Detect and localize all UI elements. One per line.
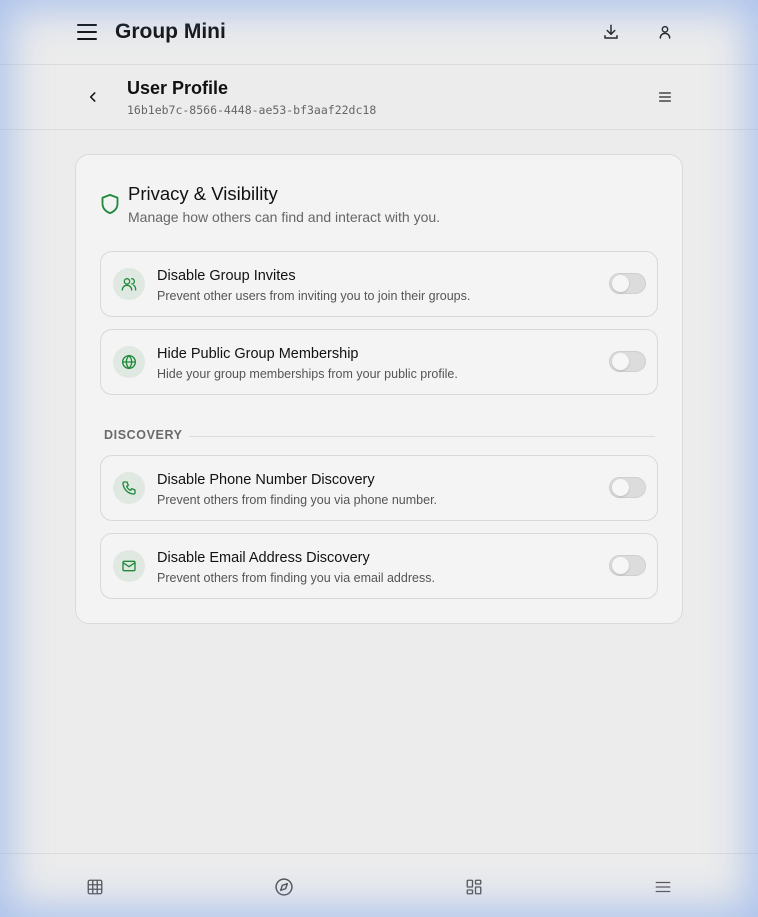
phone-icon — [113, 472, 145, 504]
page-header: User Profile 16b1eb7c-8566-4448-ae53-bf3… — [0, 65, 758, 130]
setting-title: Disable Email Address Discovery — [157, 550, 370, 566]
user-icon[interactable] — [654, 21, 676, 43]
setting-description: Prevent other users from inviting you to… — [157, 289, 471, 303]
setting-row-disable-group-invites[interactable]: Disable Group Invites Prevent other user… — [100, 251, 658, 317]
setting-row-hide-public-group-membership[interactable]: Hide Public Group Membership Hide your g… — [100, 329, 658, 395]
setting-description: Prevent others from finding you via emai… — [157, 571, 435, 585]
privacy-card: Privacy & Visibility Manage how others c… — [75, 154, 683, 624]
section-label-discovery: DISCOVERY — [104, 428, 183, 442]
toggle-knob — [612, 479, 629, 496]
page-title: User Profile — [127, 78, 229, 98]
globe-icon — [113, 346, 145, 378]
options-menu-icon[interactable] — [654, 86, 676, 108]
section-divider — [189, 436, 655, 437]
setting-description: Prevent others from finding you via phon… — [157, 493, 438, 507]
dashboard-icon[interactable] — [463, 876, 485, 898]
shield-icon — [100, 193, 120, 215]
menu-icon[interactable] — [652, 876, 674, 898]
setting-description: Hide your group memberships from your pu… — [157, 367, 458, 381]
setting-title: Disable Group Invites — [157, 268, 296, 284]
card-subtitle: Manage how others can find and interact … — [128, 209, 441, 225]
compass-icon[interactable] — [273, 876, 295, 898]
setting-title: Hide Public Group Membership — [157, 346, 359, 362]
toggle-knob — [612, 557, 629, 574]
toggle-switch[interactable] — [609, 351, 646, 372]
profile-id: 16b1eb7c-8566-4448-ae53-bf3aaf22dc18 — [127, 103, 377, 117]
app-title: Group Mini — [115, 20, 226, 43]
toggle-switch[interactable] — [609, 477, 646, 498]
top-app-bar: Group Mini — [0, 0, 758, 65]
back-chevron-icon[interactable] — [82, 86, 104, 108]
setting-row-disable-email-discovery[interactable]: Disable Email Address Discovery Prevent … — [100, 533, 658, 599]
bottom-navigation — [0, 853, 758, 917]
download-icon[interactable] — [600, 21, 622, 43]
toggle-knob — [612, 353, 629, 370]
hamburger-menu-icon[interactable] — [76, 21, 98, 43]
setting-row-disable-phone-discovery[interactable]: Disable Phone Number Discovery Prevent o… — [100, 455, 658, 521]
mail-icon — [113, 550, 145, 582]
card-title: Privacy & Visibility — [128, 183, 278, 204]
toggle-knob — [612, 275, 629, 292]
users-icon — [113, 268, 145, 300]
toggle-switch[interactable] — [609, 555, 646, 576]
setting-title: Disable Phone Number Discovery — [157, 472, 375, 488]
toggle-switch[interactable] — [609, 273, 646, 294]
grid-icon[interactable] — [84, 876, 106, 898]
